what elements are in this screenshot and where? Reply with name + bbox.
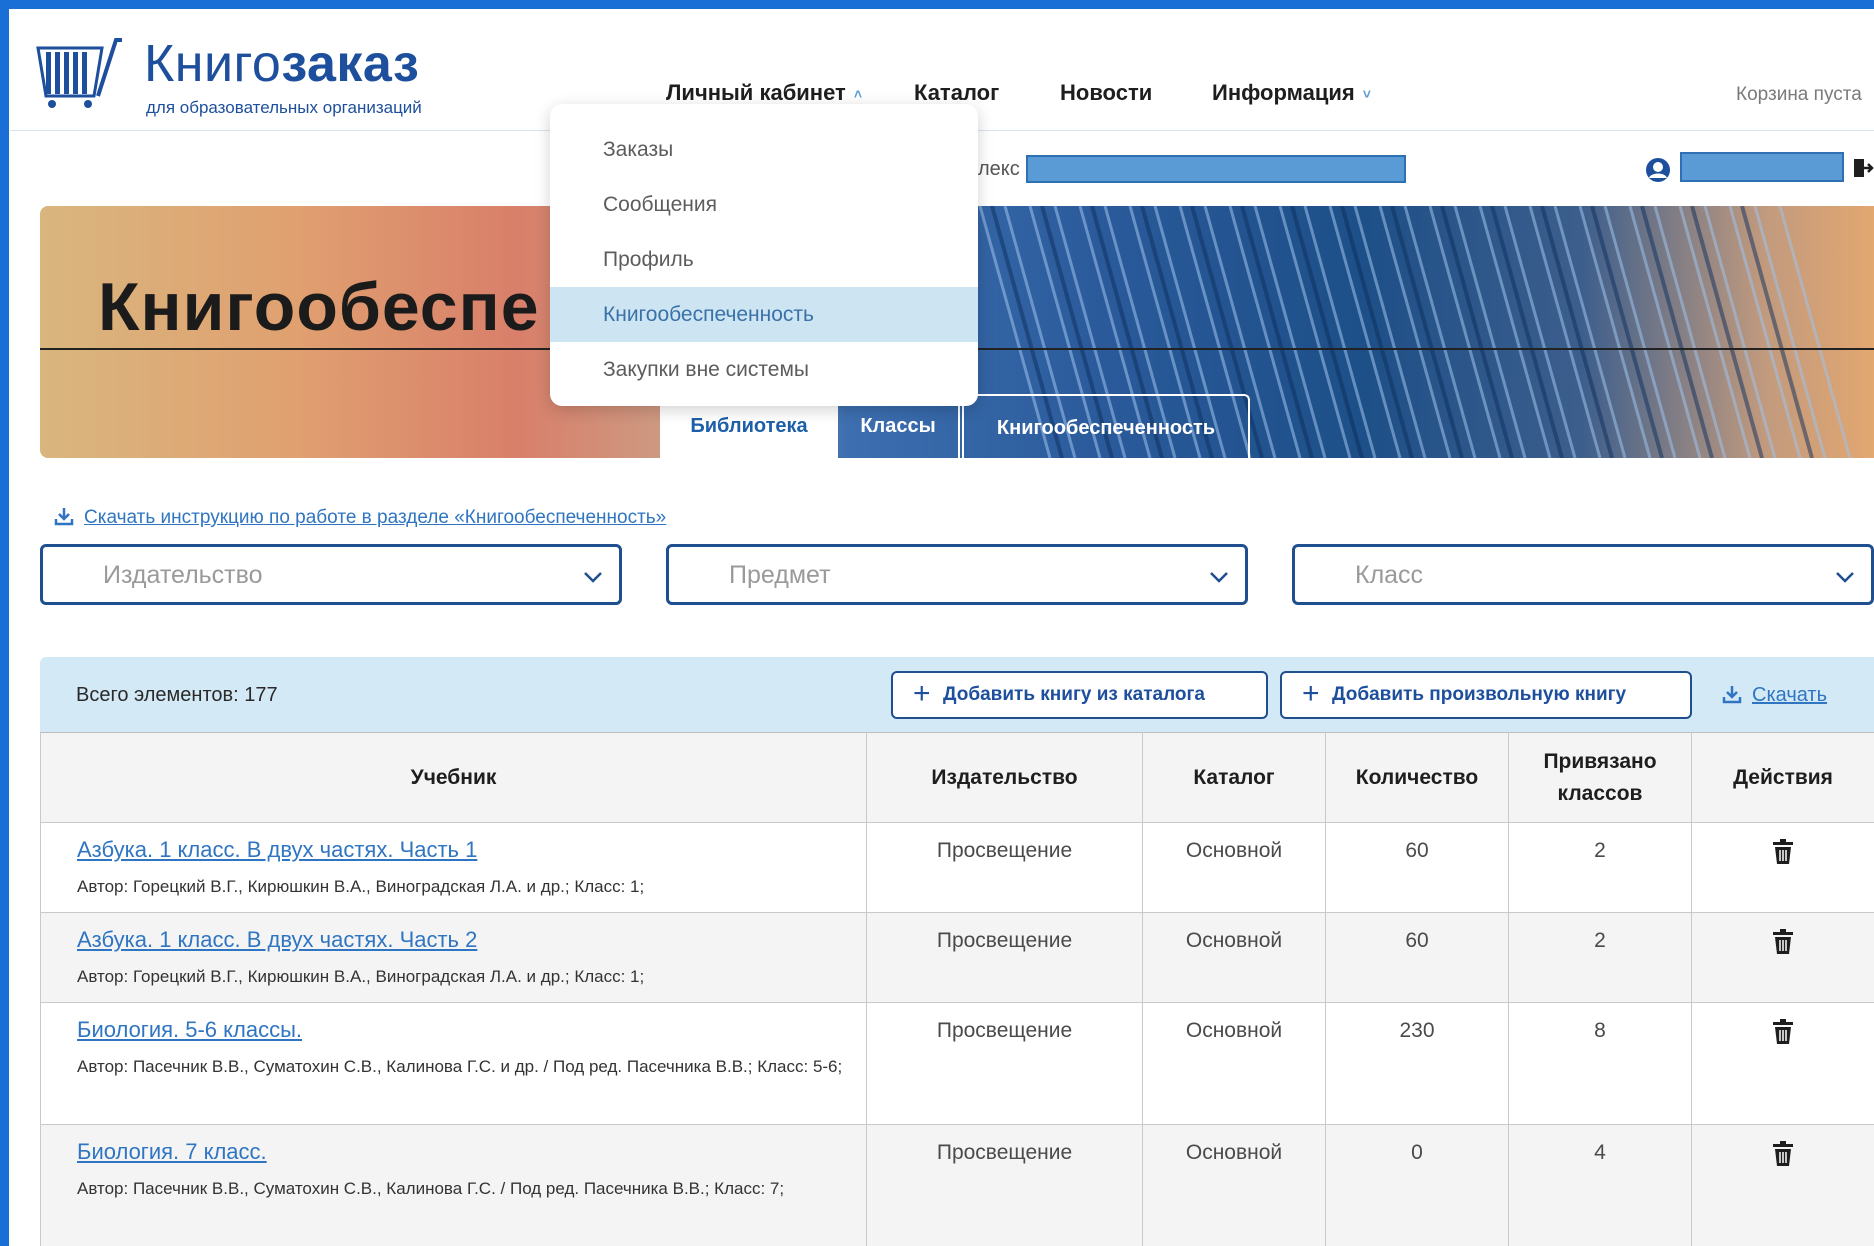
menu-item-profile[interactable]: Профиль: [550, 232, 978, 287]
actions-cell: [1691, 1124, 1874, 1246]
book-cell: Азбука. 1 класс. В двух частях. Часть 2 …: [40, 912, 867, 1003]
trash-icon[interactable]: [1772, 1141, 1794, 1167]
quantity-cell: 230: [1325, 1002, 1509, 1125]
download-icon: [54, 508, 74, 526]
linked-classes-cell: 4: [1508, 1124, 1692, 1246]
username-redacted[interactable]: [1680, 152, 1844, 182]
site-logo[interactable]: Книгозаказ для образовательных организац…: [32, 34, 482, 134]
linked-classes-cell: 8: [1508, 1002, 1692, 1125]
download-table-label: Скачать: [1752, 684, 1827, 706]
user-icon[interactable]: [1645, 157, 1671, 183]
nav-personal-cabinet-label: Личный кабинет: [666, 80, 846, 105]
book-cell: Биология. 5-6 классы. Автор: Пасечник В.…: [40, 1002, 867, 1125]
download-icon: [1722, 686, 1742, 704]
complex-value-redacted[interactable]: [1026, 155, 1406, 183]
linked-classes-cell: 2: [1508, 912, 1692, 1003]
subject-placeholder: Предмет: [729, 561, 831, 589]
chevron-down-icon: ˅: [1362, 86, 1371, 103]
table-header-row: Учебник Издательство Каталог Количество …: [40, 732, 1874, 823]
cart-logo-icon: [36, 38, 122, 108]
actions-cell: [1691, 1002, 1874, 1125]
add-custom-book-label: Добавить произвольную книгу: [1332, 684, 1627, 705]
cart-status[interactable]: Корзина пуста: [1736, 84, 1862, 106]
plus-icon: +: [1302, 677, 1320, 710]
publisher-placeholder: Издательство: [103, 561, 263, 589]
column-header-book[interactable]: Учебник: [40, 732, 867, 823]
nav-catalog[interactable]: Каталог: [914, 80, 999, 106]
page-title: Книгообеспе: [98, 269, 540, 345]
table-row: Азбука. 1 класс. В двух частях. Часть 1 …: [40, 822, 1874, 913]
logo-title: Книгозаказ: [144, 35, 420, 93]
book-title-link[interactable]: Азбука. 1 класс. В двух частях. Часть 2: [77, 927, 477, 953]
menu-item-messages[interactable]: Сообщения: [550, 177, 978, 232]
column-header-actions: Действия: [1691, 732, 1874, 823]
publisher-select[interactable]: Издательство: [40, 544, 622, 605]
catalog-cell: Основной: [1142, 822, 1326, 913]
grade-select[interactable]: Класс: [1292, 544, 1874, 605]
total-count: Всего элементов: 177: [76, 684, 278, 706]
book-cell: Азбука. 1 класс. В двух частях. Часть 1 …: [40, 822, 867, 913]
books-table: Учебник Издательство Каталог Количество …: [40, 732, 1874, 1246]
nav-personal-cabinet[interactable]: Личный кабинет ˄: [666, 80, 862, 106]
menu-item-external-purchases[interactable]: Закупки вне системы: [550, 342, 978, 397]
trash-icon[interactable]: [1772, 839, 1794, 865]
book-title-link[interactable]: Биология. 5-6 классы.: [77, 1017, 302, 1043]
menu-item-orders[interactable]: Заказы: [550, 122, 978, 177]
publisher-cell: Просвещение: [866, 912, 1143, 1003]
publisher-cell: Просвещение: [866, 1002, 1143, 1125]
download-instruction-label: Скачать инструкцию по работе в разделе «…: [84, 507, 667, 528]
logo-subtitle: для образовательных организаций: [146, 98, 422, 117]
book-title-link[interactable]: Биология. 7 класс.: [77, 1139, 267, 1165]
book-cell: Биология. 7 класс. Автор: Пасечник В.В.,…: [40, 1124, 867, 1246]
book-meta: Автор: Пасечник В.В., Суматохин С.В., Ка…: [77, 1057, 843, 1076]
nav-information-label: Информация: [1212, 80, 1355, 105]
complex-label: лекс: [978, 158, 1020, 180]
catalog-cell: Основной: [1142, 912, 1326, 1003]
book-meta: Автор: Пасечник В.В., Суматохин С.В., Ка…: [77, 1179, 785, 1198]
column-header-quantity[interactable]: Количество: [1325, 732, 1509, 823]
publisher-cell: Просвещение: [866, 1124, 1143, 1246]
logout-icon[interactable]: [1852, 157, 1874, 179]
book-meta: Автор: Горецкий В.Г., Кирюшкин В.А., Вин…: [77, 877, 645, 896]
column-header-catalog[interactable]: Каталог: [1142, 732, 1326, 823]
book-title-link[interactable]: Азбука. 1 класс. В двух частях. Часть 1: [77, 837, 477, 863]
linked-classes-header-line1: Привязано: [1543, 749, 1657, 773]
linked-classes-header-line2: классов: [1557, 781, 1643, 805]
actions-cell: [1691, 912, 1874, 1003]
quantity-cell: 0: [1325, 1124, 1509, 1246]
personal-cabinet-menu: Заказы Сообщения Профиль Книгообеспеченн…: [550, 104, 978, 406]
menu-item-book-provision[interactable]: Книгообеспеченность: [550, 287, 978, 342]
plus-icon: +: [913, 677, 931, 710]
chevron-down-icon: [1836, 572, 1854, 583]
table-row: Биология. 7 класс. Автор: Пасечник В.В.,…: [40, 1124, 1874, 1246]
add-book-from-catalog-button[interactable]: + Добавить книгу из каталога: [891, 671, 1268, 719]
table-toolbar: Всего элементов: 177 + Добавить книгу из …: [40, 657, 1874, 732]
chevron-up-icon: ˄: [853, 86, 863, 103]
catalog-cell: Основной: [1142, 1124, 1326, 1246]
add-book-from-catalog-label: Добавить книгу из каталога: [943, 684, 1205, 705]
column-header-publisher[interactable]: Издательство: [866, 732, 1143, 823]
grade-placeholder: Класс: [1355, 561, 1424, 589]
table-row: Биология. 5-6 классы. Автор: Пасечник В.…: [40, 1002, 1874, 1125]
trash-icon[interactable]: [1772, 929, 1794, 955]
chevron-down-icon: [1210, 572, 1228, 583]
download-table-link[interactable]: Скачать: [1722, 684, 1827, 707]
column-header-linked-classes[interactable]: Привязано классов: [1508, 732, 1692, 823]
nav-news[interactable]: Новости: [1060, 80, 1152, 106]
catalog-cell: Основной: [1142, 1002, 1326, 1125]
add-custom-book-button[interactable]: + Добавить произвольную книгу: [1280, 671, 1692, 719]
download-instruction-link[interactable]: Скачать инструкцию по работе в разделе «…: [54, 506, 666, 529]
publisher-cell: Просвещение: [866, 822, 1143, 913]
actions-cell: [1691, 822, 1874, 913]
quantity-cell: 60: [1325, 822, 1509, 913]
linked-classes-cell: 2: [1508, 822, 1692, 913]
quantity-cell: 60: [1325, 912, 1509, 1003]
chevron-down-icon: [584, 572, 602, 583]
tab-book-provision[interactable]: Книгообеспеченность: [962, 394, 1250, 458]
subject-select[interactable]: Предмет: [666, 544, 1248, 605]
table-row: Азбука. 1 класс. В двух частях. Часть 2 …: [40, 912, 1874, 1003]
nav-information[interactable]: Информация ˅: [1212, 80, 1371, 106]
trash-icon[interactable]: [1772, 1019, 1794, 1045]
book-meta: Автор: Горецкий В.Г., Кирюшкин В.А., Вин…: [77, 967, 645, 986]
